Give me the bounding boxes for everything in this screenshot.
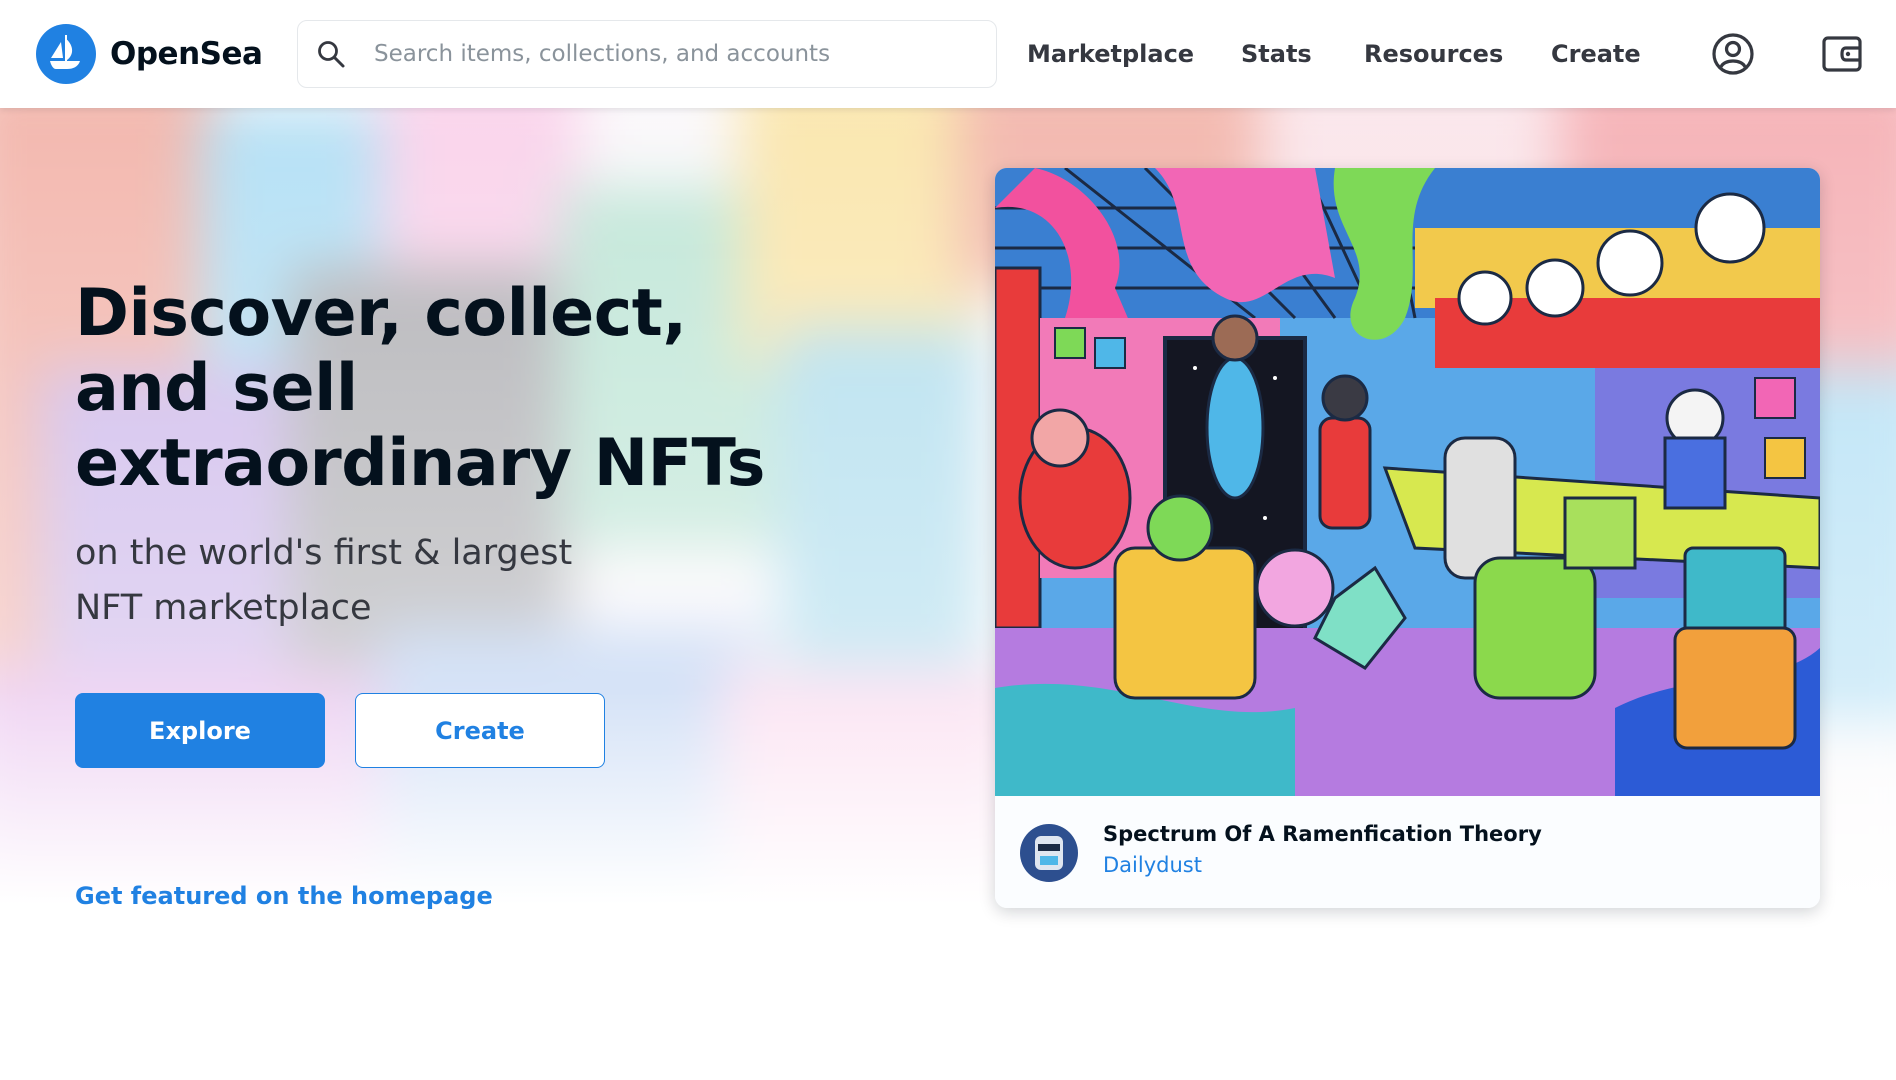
get-featured-link[interactable]: Get featured on the homepage <box>75 882 493 910</box>
top-navbar: OpenSea Marketplace Stats Resources Crea… <box>0 0 1896 108</box>
hero-title: Discover, collect, and sell extraordinar… <box>75 276 765 501</box>
nav-marketplace[interactable]: Marketplace <box>1027 0 1194 108</box>
creator-avatar[interactable] <box>1020 824 1078 882</box>
search-input[interactable] <box>374 34 974 74</box>
featured-nft-info: Spectrum Of A Ramenfication Theory Daily… <box>995 796 1820 908</box>
brand-name: OpenSea <box>110 36 263 72</box>
search-icon <box>318 41 345 68</box>
featured-nft-card[interactable]: Spectrum Of A Ramenfication Theory Daily… <box>995 168 1820 908</box>
account-icon[interactable] <box>1709 30 1757 78</box>
nav-resources[interactable]: Resources <box>1364 0 1503 108</box>
create-button[interactable]: Create <box>355 693 605 768</box>
search-bar[interactable] <box>297 20 997 88</box>
explore-button[interactable]: Explore <box>75 693 325 768</box>
opensea-logo-icon <box>36 24 96 84</box>
featured-nft-image[interactable] <box>995 168 1820 796</box>
nav-create[interactable]: Create <box>1551 0 1641 108</box>
hero-subtitle: on the world's first & largest NFT marke… <box>75 533 573 628</box>
hero-section: Discover, collect, and sell extraordinar… <box>0 108 1896 1080</box>
nav-stats[interactable]: Stats <box>1241 0 1312 108</box>
creator-name[interactable]: Dailydust <box>1103 853 1202 877</box>
opensea-logo[interactable]: OpenSea <box>36 24 263 84</box>
nft-title[interactable]: Spectrum Of A Ramenfication Theory <box>1103 822 1542 846</box>
wallet-icon[interactable] <box>1818 30 1866 78</box>
